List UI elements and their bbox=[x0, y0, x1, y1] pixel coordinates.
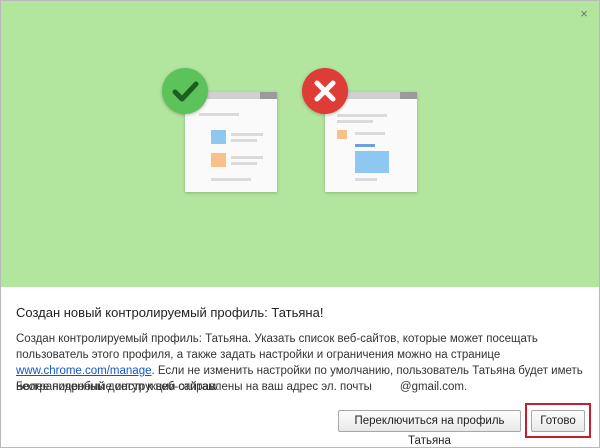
close-icon[interactable]: × bbox=[577, 7, 591, 21]
blue-content-block bbox=[355, 151, 389, 173]
illustration-area: × bbox=[1, 1, 599, 287]
orange-content-block bbox=[337, 130, 347, 139]
checkmark-icon bbox=[172, 81, 199, 102]
description-text: Создан контролируемый профиль: Татьяна. … bbox=[16, 333, 538, 361]
email-notice: Более подробные инструкции отправлены на… bbox=[16, 381, 467, 393]
blocked-badge bbox=[302, 68, 348, 114]
dialog-title: Создан новый контролируемый профиль: Тат… bbox=[16, 305, 324, 320]
blue-content-block bbox=[211, 130, 226, 144]
email-address: @gmail.com. bbox=[399, 381, 468, 393]
cross-icon bbox=[314, 80, 336, 102]
orange-content-block bbox=[211, 153, 226, 167]
supervised-user-created-dialog: × Создан новый контролируемый профиль: Т… bbox=[0, 0, 600, 448]
switch-profile-button[interactable]: Переключиться на профиль Татьяна bbox=[338, 410, 521, 447]
manage-link[interactable]: www.chrome.com/manage bbox=[16, 365, 152, 377]
done-button[interactable]: Готово bbox=[531, 410, 585, 432]
allowed-badge bbox=[162, 68, 208, 114]
email-notice-text: Более подробные инструкции отправлены на… bbox=[16, 381, 372, 393]
